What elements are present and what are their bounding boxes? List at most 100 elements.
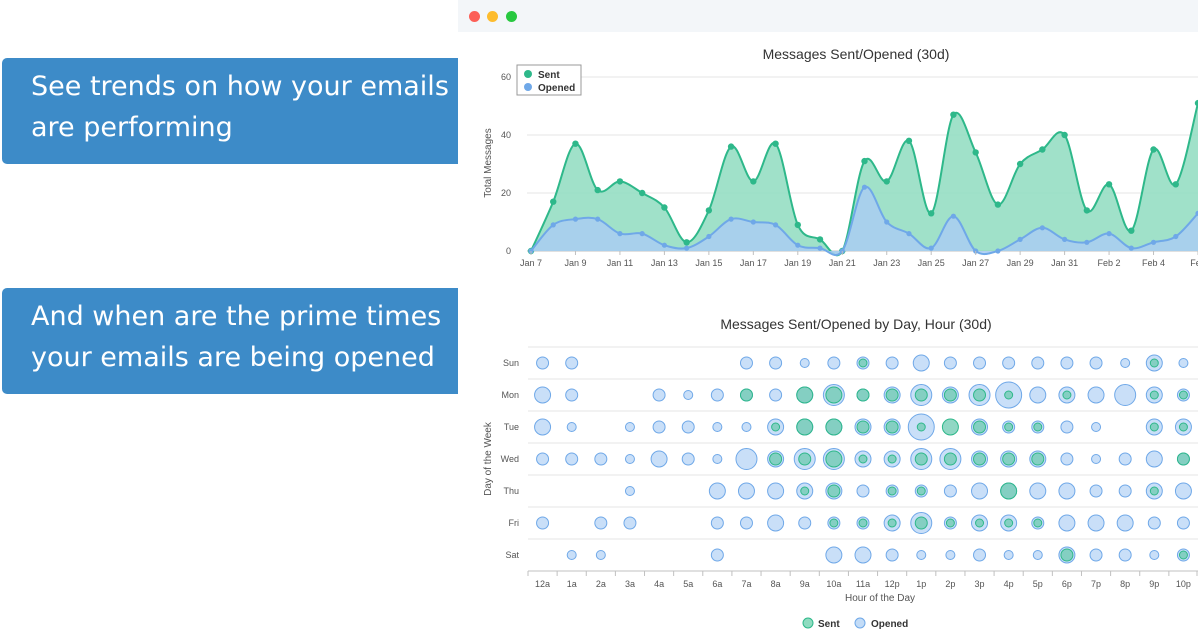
bubble-hour-label: 2p bbox=[945, 579, 955, 589]
opened-bubble bbox=[1176, 388, 1190, 402]
opened-bubble bbox=[650, 450, 668, 468]
opened-bubble bbox=[1089, 484, 1103, 498]
area-x-tick-label: Jan 17 bbox=[740, 258, 767, 268]
opened-bubble bbox=[856, 388, 870, 402]
opened-bubble bbox=[536, 356, 550, 370]
opened-bubble bbox=[1176, 516, 1190, 530]
bubble-hour-label: 9a bbox=[800, 579, 810, 589]
opened-bubble bbox=[1031, 516, 1045, 530]
opened-bubble bbox=[973, 356, 987, 370]
legend-sent-label: Sent bbox=[538, 70, 560, 81]
opened-data-point bbox=[1017, 236, 1023, 242]
sent-bubble bbox=[914, 388, 928, 402]
sent-data-point bbox=[1105, 181, 1113, 188]
sent-data-point bbox=[750, 178, 757, 185]
opened-data-point bbox=[1062, 236, 1068, 242]
sent-bubble bbox=[1062, 390, 1072, 400]
sent-data-point bbox=[994, 201, 1002, 208]
sent-bubble bbox=[796, 418, 814, 436]
opened-bubble bbox=[885, 484, 899, 498]
callout-trends-line2: are performing bbox=[31, 112, 233, 143]
sent-bubble bbox=[739, 388, 753, 402]
opened-bubble bbox=[1000, 514, 1018, 532]
bubble-hour-label: 5p bbox=[1033, 579, 1043, 589]
opened-bubble bbox=[681, 452, 695, 466]
bubble-day-label: Wed bbox=[501, 454, 519, 464]
area-x-tick-label: Jan 11 bbox=[607, 258, 633, 268]
opened-bubble bbox=[910, 512, 933, 534]
opened-bubble bbox=[945, 550, 956, 560]
opened-bubble bbox=[883, 386, 901, 404]
opened-bubble bbox=[565, 452, 579, 466]
opened-bubble bbox=[741, 422, 752, 432]
opened-bubble bbox=[767, 482, 785, 500]
opened-data-point bbox=[706, 233, 712, 240]
opened-data-point bbox=[595, 216, 601, 222]
opened-data-point bbox=[950, 213, 957, 219]
bubble-hour-label: 7p bbox=[1091, 579, 1101, 589]
bubble-chart-x-axis-label: Hour of the Day bbox=[845, 593, 915, 604]
sent-bubble bbox=[858, 454, 868, 464]
sent-data-point bbox=[794, 221, 801, 229]
opened-bubble bbox=[825, 418, 843, 436]
opened-bubble bbox=[735, 448, 758, 470]
opened-bubble bbox=[916, 550, 927, 560]
opened-bubble bbox=[1029, 386, 1047, 404]
opened-bubble bbox=[1174, 418, 1192, 436]
opened-bubble bbox=[796, 482, 814, 500]
sent-data-point bbox=[772, 140, 779, 147]
sent-bubble bbox=[1149, 358, 1159, 368]
sent-bubble bbox=[887, 518, 897, 528]
sent-data-point bbox=[1172, 181, 1179, 188]
opened-bubble bbox=[943, 484, 957, 498]
opened-bubble bbox=[1060, 420, 1074, 434]
sent-bubble bbox=[885, 388, 899, 402]
opened-bubble bbox=[1118, 484, 1132, 498]
bubble-hour-label: 6a bbox=[712, 579, 722, 589]
area-chart: Messages Sent/Opened (30d) 0 20 40 60 Total… bbox=[483, 46, 1198, 268]
app-window: Messages Sent/Opened (30d) 0 20 40 60 Total… bbox=[458, 0, 1198, 638]
sent-bubble bbox=[914, 516, 928, 530]
bubble-day-label: Sat bbox=[505, 550, 519, 560]
area-x-tick-label: Jan 13 bbox=[651, 258, 678, 268]
sent-data-point bbox=[1039, 146, 1046, 153]
legend-opened-label: Opened bbox=[538, 83, 575, 94]
opened-bubble bbox=[1031, 356, 1045, 370]
area-x-tick-label: Jan 23 bbox=[873, 258, 900, 268]
sent-bubble bbox=[887, 486, 897, 496]
opened-bubble bbox=[681, 420, 695, 434]
sent-bubble bbox=[943, 388, 957, 402]
opened-bubble bbox=[737, 482, 755, 500]
bubble-hour-label: 5a bbox=[683, 579, 693, 589]
sent-bubble bbox=[1178, 390, 1188, 400]
sent-bubble bbox=[858, 518, 868, 528]
sent-bubble bbox=[943, 452, 957, 466]
opened-data-point bbox=[572, 216, 579, 222]
area-y-tick-label: 0 bbox=[506, 246, 511, 256]
bubble-hour-label: 2a bbox=[596, 579, 606, 589]
bubble-hour-label: 3p bbox=[975, 579, 985, 589]
area-x-tick-label: Jan 27 bbox=[962, 258, 989, 268]
bubble-hour-label: 9p bbox=[1149, 579, 1159, 589]
sent-bubble bbox=[1149, 486, 1159, 496]
opened-bubble bbox=[1145, 482, 1163, 500]
sent-bubble bbox=[1000, 482, 1018, 500]
bubble-hour-label: 12p bbox=[885, 579, 900, 589]
sent-bubble bbox=[771, 422, 781, 432]
bubble-day-label: Mon bbox=[501, 390, 519, 400]
opened-bubble bbox=[822, 448, 845, 470]
opened-bubble bbox=[1087, 514, 1105, 532]
bubble-hour-label: 4p bbox=[1004, 579, 1014, 589]
sent-data-point bbox=[1083, 207, 1091, 214]
bubble-chart-y-axis-label: Day of the Week bbox=[483, 421, 494, 496]
opened-bubble bbox=[856, 516, 870, 530]
sent-data-point bbox=[816, 236, 824, 243]
opened-bubble bbox=[1116, 514, 1134, 532]
opened-bubble bbox=[856, 484, 870, 498]
sent-bubble bbox=[856, 388, 870, 402]
opened-bubble bbox=[708, 482, 726, 500]
opened-bubble bbox=[710, 516, 724, 530]
opened-bubble bbox=[822, 384, 845, 406]
opened-bubble bbox=[1000, 482, 1018, 500]
opened-bubble bbox=[739, 388, 753, 402]
